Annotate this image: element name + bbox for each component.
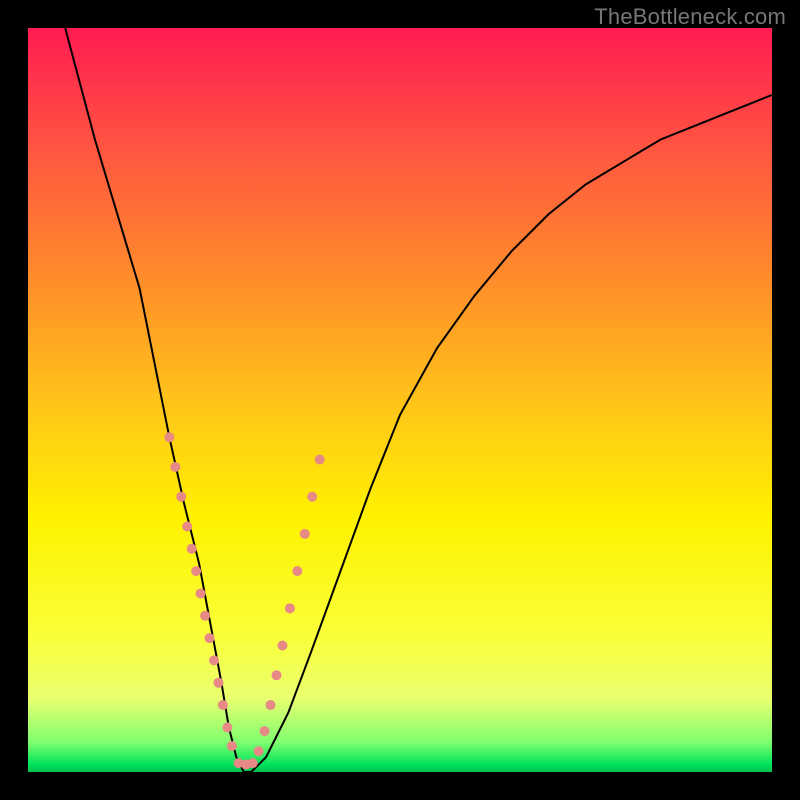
annotation-dot	[254, 746, 264, 756]
annotation-dot	[196, 588, 206, 598]
annotation-dot	[292, 566, 302, 576]
annotation-dot	[209, 655, 219, 665]
annotation-dot	[170, 462, 180, 472]
annotation-dot	[248, 758, 258, 768]
annotation-dot	[260, 726, 270, 736]
annotation-dot	[191, 566, 201, 576]
annotation-dot	[213, 678, 223, 688]
annotation-dot	[307, 492, 317, 502]
annotation-dot	[164, 432, 174, 442]
chart-frame: TheBottleneck.com	[0, 0, 800, 800]
bottleneck-curve	[65, 28, 772, 772]
plot-area	[28, 28, 772, 772]
annotation-dot	[300, 529, 310, 539]
annotation-dot	[222, 722, 232, 732]
annotation-dot	[205, 633, 215, 643]
annotation-dot	[227, 741, 237, 751]
annotation-dot	[200, 611, 210, 621]
annotation-dot	[315, 455, 325, 465]
annotation-dot	[266, 700, 276, 710]
annotation-dot	[218, 700, 228, 710]
curve-layer	[28, 28, 772, 772]
annotation-dot	[182, 521, 192, 531]
annotation-dot	[285, 603, 295, 613]
watermark-text: TheBottleneck.com	[594, 4, 786, 30]
annotation-dot	[187, 544, 197, 554]
annotation-dot	[176, 492, 186, 502]
annotation-dot	[277, 641, 287, 651]
annotation-dot	[271, 670, 281, 680]
